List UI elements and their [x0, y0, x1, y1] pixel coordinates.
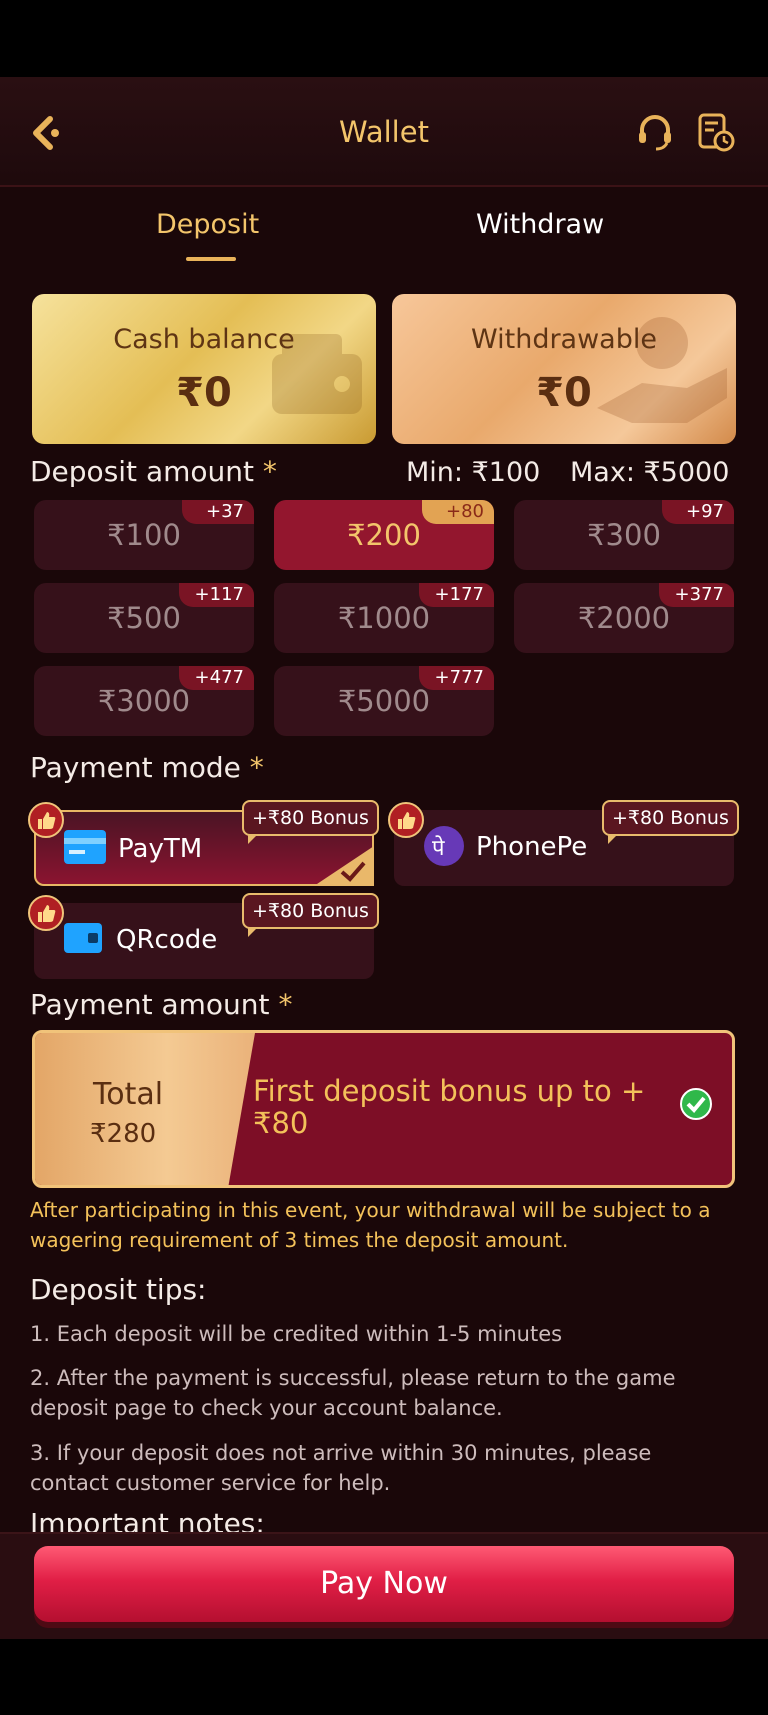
total-label: Total	[93, 1077, 164, 1112]
amount-bonus-badge: +777	[418, 666, 494, 690]
payment-amount-label: Payment amount	[30, 988, 270, 1021]
amount-bonus-badge: +37	[182, 500, 254, 524]
wallet-screen: Wallet Deposit Withdraw Cash balance ₹0 …	[0, 77, 768, 1639]
amount-bonus-badge: +97	[662, 500, 734, 524]
max-amount: Max: ₹5000	[570, 457, 730, 488]
amount-bonus-badge: +117	[178, 583, 254, 607]
tab-deposit[interactable]: Deposit	[156, 209, 259, 240]
payment-option-name: PhonePe	[476, 832, 588, 862]
withdrawable-value: ₹0	[536, 370, 592, 416]
bonus-tag: +₹80 Bonus	[602, 800, 739, 844]
thumbs-up-icon	[28, 895, 64, 931]
amount-option-100[interactable]: ₹100 +37	[34, 500, 254, 570]
deposit-tips-title: Deposit tips:	[30, 1273, 207, 1306]
checkmark-icon	[314, 846, 374, 886]
history-icon[interactable]	[694, 111, 736, 153]
required-mark: *	[249, 751, 264, 784]
amount-option-500[interactable]: ₹500 +117	[34, 583, 254, 653]
thumbs-up-icon	[388, 802, 424, 838]
payment-option-name: QRcode	[116, 925, 218, 955]
bonus-tag: +₹80 Bonus	[242, 800, 379, 844]
tip-item: 3. If your deposit does not arrive withi…	[30, 1441, 652, 1495]
payment-mode-heading: Payment mode *	[30, 751, 264, 784]
amount-option-3000[interactable]: ₹3000 +477	[34, 666, 254, 736]
first-deposit-bonus-text: First deposit bonus up to +₹80	[253, 1074, 646, 1140]
tip-item: 2. After the payment is successful, plea…	[30, 1366, 676, 1420]
amount-option-300[interactable]: ₹300 +97	[514, 500, 734, 570]
card-icon	[64, 830, 106, 864]
total-value: ₹280	[90, 1119, 157, 1149]
amount-bonus-badge: +80	[422, 500, 494, 524]
tab-withdraw[interactable]: Withdraw	[476, 209, 604, 240]
required-mark: *	[262, 455, 277, 488]
wagering-notice: After participating in this event, your …	[30, 1198, 711, 1252]
wallet-icon	[64, 923, 102, 953]
headset-icon[interactable]	[634, 111, 676, 153]
withdrawable-card: Withdrawable ₹0	[392, 294, 736, 444]
amount-option-5000[interactable]: ₹5000 +777	[274, 666, 494, 736]
bonus-tag: +₹80 Bonus	[242, 893, 379, 937]
phonepe-glyph: पे	[432, 836, 445, 861]
amount-bonus-badge: +377	[658, 583, 734, 607]
amount-option-2000[interactable]: ₹2000 +377	[514, 583, 734, 653]
withdrawable-label: Withdrawable	[471, 324, 657, 355]
payment-amount-heading: Payment amount *	[30, 988, 292, 1021]
required-mark: *	[278, 988, 293, 1021]
tip-item: 1. Each deposit will be credited within …	[30, 1322, 563, 1346]
payment-amount-box: Total ₹280 First deposit bonus up to +₹8…	[32, 1030, 735, 1188]
cash-balance-value: ₹0	[176, 370, 232, 416]
amount-bonus-badge: +177	[418, 583, 494, 607]
amount-option-1000[interactable]: ₹1000 +177	[274, 583, 494, 653]
cash-balance-label: Cash balance	[113, 324, 295, 355]
cash-balance-card: Cash balance ₹0	[32, 294, 376, 444]
min-amount: Min: ₹100	[406, 457, 541, 488]
amount-bonus-badge: +477	[178, 666, 254, 690]
check-circle-icon	[680, 1088, 712, 1120]
deposit-amount-label: Deposit amount	[30, 455, 254, 488]
thumbs-up-icon	[28, 802, 64, 838]
deposit-amount-heading: Deposit amount *	[30, 455, 277, 488]
payment-mode-label: Payment mode	[30, 751, 241, 784]
pay-now-button[interactable]: Pay Now	[34, 1546, 734, 1622]
payment-option-name: PayTM	[118, 834, 203, 864]
header: Wallet	[0, 77, 768, 187]
footer-bar: Pay Now	[0, 1532, 768, 1639]
amount-option-200[interactable]: ₹200 +80	[274, 500, 494, 570]
tab-active-indicator	[186, 257, 236, 261]
